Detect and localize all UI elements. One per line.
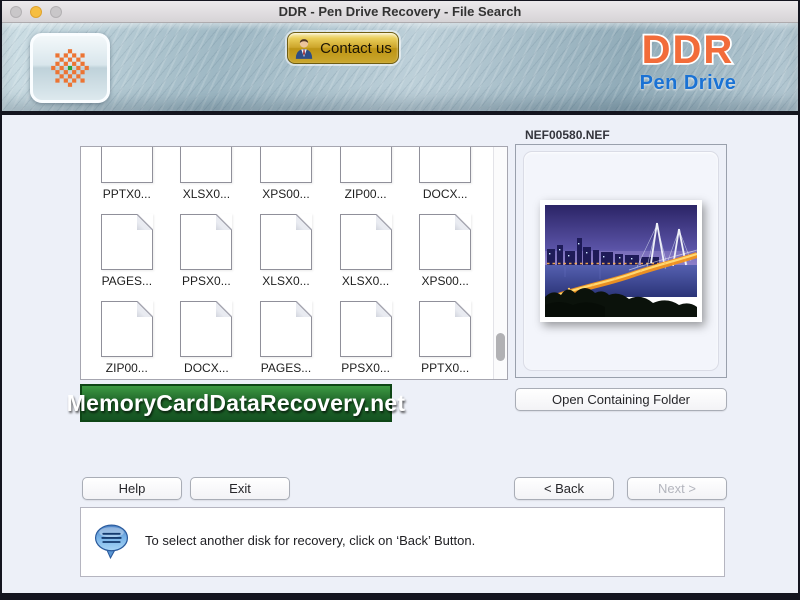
document-icon: [101, 214, 153, 270]
file-name: DOCX...: [184, 361, 229, 375]
document-icon: [260, 301, 312, 357]
file-list-scrollbar[interactable]: [493, 147, 507, 379]
file-name: DOCX...: [423, 187, 468, 201]
document-icon: [340, 301, 392, 357]
contact-us-label: Contact us: [320, 40, 392, 57]
file-name: XLSX0...: [342, 274, 389, 288]
file-name: PPTX0...: [103, 187, 151, 201]
file-name: PPSX0...: [341, 361, 390, 375]
status-message-text: To select another disk for recovery, cli…: [145, 533, 475, 548]
file-item[interactable]: XLSX0...: [326, 214, 406, 301]
file-item[interactable]: PAGES...: [87, 214, 167, 301]
recovered-files-list: PPTX0... XLSX0... XPS00... ZIP00... DOCX…: [80, 146, 508, 380]
file-item[interactable]: XPS00...: [405, 214, 485, 301]
ddr-checkered-star-icon: [47, 45, 93, 91]
document-icon: [419, 301, 471, 357]
file-item[interactable]: DOCX...: [405, 146, 485, 214]
document-icon: [260, 146, 312, 183]
file-item[interactable]: PAGES...: [246, 301, 326, 380]
app-logo: [30, 33, 110, 103]
promo-banner-link[interactable]: MemoryCardDataRecovery.net: [80, 384, 392, 422]
preview-filename: NEF00580.NEF: [525, 128, 610, 142]
close-button[interactable]: [10, 6, 22, 18]
file-name: ZIP00...: [345, 187, 387, 201]
scrollbar-thumb[interactable]: [496, 333, 505, 361]
document-icon: [180, 301, 232, 357]
file-item[interactable]: PPSX0...: [326, 301, 406, 380]
preview-groupbox: [515, 144, 727, 378]
document-icon: [101, 301, 153, 357]
brand-block: DDR Pen Drive: [628, 25, 748, 95]
promo-banner-text: MemoryCardDataRecovery.net: [67, 390, 405, 417]
preview-panel: [523, 151, 719, 371]
file-item[interactable]: ZIP00...: [326, 146, 406, 214]
file-item[interactable]: PPSX0...: [167, 214, 247, 301]
zoom-button[interactable]: [50, 6, 62, 18]
file-name: XPS00...: [262, 187, 309, 201]
file-name: PPSX0...: [182, 274, 231, 288]
document-icon: [180, 214, 232, 270]
file-item[interactable]: XLSX0...: [246, 214, 326, 301]
minimize-button[interactable]: [30, 6, 42, 18]
person-icon: [294, 36, 314, 60]
document-icon: [180, 146, 232, 183]
window-title: DDR - Pen Drive Recovery - File Search: [2, 4, 798, 19]
document-icon: [101, 146, 153, 183]
file-name: PAGES...: [261, 361, 311, 375]
document-icon: [340, 146, 392, 183]
file-name: ZIP00...: [106, 361, 148, 375]
file-item[interactable]: XPS00...: [246, 146, 326, 214]
preview-photo: [540, 200, 702, 322]
app-window: DDR - Pen Drive Recovery - File Search: [0, 0, 800, 600]
file-name: XPS00...: [422, 274, 469, 288]
brand-logo-text: DDR: [628, 25, 748, 73]
file-item[interactable]: XLSX0...: [167, 146, 247, 214]
document-icon: [340, 214, 392, 270]
open-containing-folder-button[interactable]: Open Containing Folder: [515, 388, 727, 411]
document-icon: [419, 214, 471, 270]
file-name: XLSX0...: [262, 274, 309, 288]
main-content: PPTX0... XLSX0... XPS00... ZIP00... DOCX…: [2, 115, 798, 589]
document-icon: [260, 214, 312, 270]
file-grid-inner: PPTX0... XLSX0... XPS00... ZIP00... DOCX…: [87, 146, 485, 380]
brand-title: DDR: [642, 28, 735, 72]
document-icon: [419, 146, 471, 183]
file-item[interactable]: PPTX0...: [405, 301, 485, 380]
titlebar: DDR - Pen Drive Recovery - File Search: [2, 1, 798, 23]
brand-subtitle: Pen Drive: [628, 72, 748, 95]
speech-bubble-icon: [93, 523, 130, 561]
file-name: PPTX0...: [421, 361, 469, 375]
file-item[interactable]: PPTX0...: [87, 146, 167, 214]
exit-button[interactable]: Exit: [190, 477, 290, 500]
header-banner: Contact us DDR Pen Drive: [2, 23, 798, 115]
next-button[interactable]: Next >: [627, 477, 727, 500]
status-message-box: To select another disk for recovery, cli…: [80, 507, 725, 577]
contact-us-button[interactable]: Contact us: [287, 32, 399, 64]
back-button[interactable]: < Back: [514, 477, 614, 500]
file-item[interactable]: DOCX...: [167, 301, 247, 380]
city-bridge-night-image: [545, 205, 697, 317]
file-name: XLSX0...: [183, 187, 230, 201]
file-item[interactable]: ZIP00...: [87, 301, 167, 380]
window-controls: [10, 6, 62, 18]
help-button[interactable]: Help: [82, 477, 182, 500]
file-name: PAGES...: [102, 274, 152, 288]
